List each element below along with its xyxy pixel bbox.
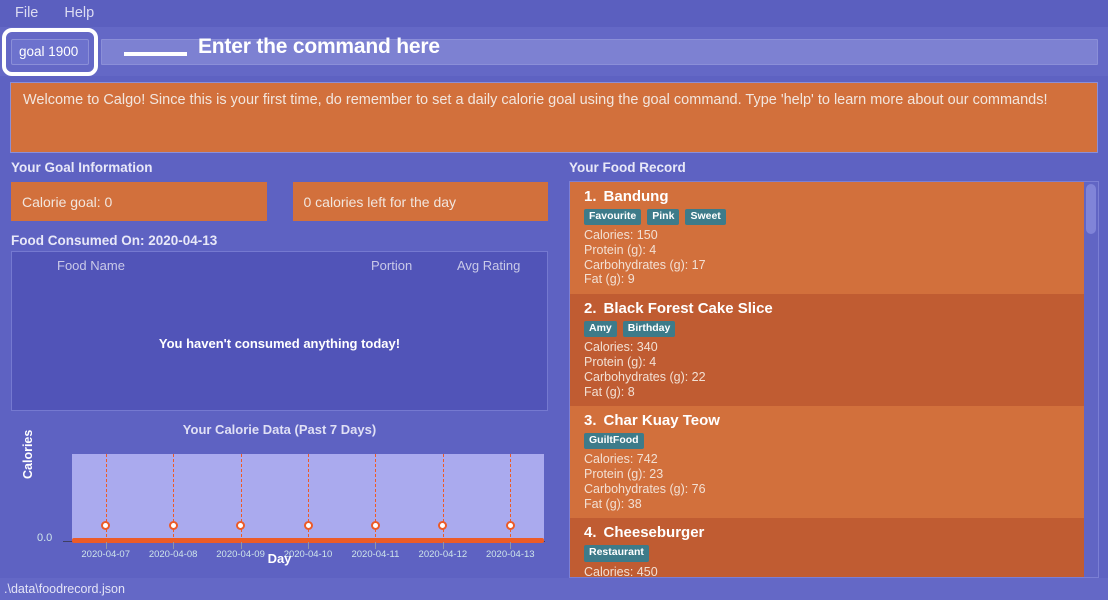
table-header-row: Food Name Portion Avg Rating (12, 252, 547, 278)
food-card-index: 3. (584, 412, 597, 430)
food-card-tag-row: GuiltFood (584, 433, 1085, 450)
table-empty-message: You haven't consumed anything today! (158, 335, 401, 351)
food-card-title: 1. Bandung (584, 188, 1085, 205)
food-record-list[interactable]: 1. Bandung Favourite Pink Sweet Calories: 150… (569, 181, 1099, 578)
chart-x-tick-mark (173, 542, 175, 549)
food-card-fat: Fat (g): 8 (584, 384, 635, 399)
chart-data-point (236, 521, 246, 530)
food-tag: Birthday (622, 321, 676, 338)
app-window: File Help Enter the command here Welcome… (0, 0, 1108, 600)
food-card-protein: Protein (g): 4 (584, 355, 657, 369)
food-tag: Sweet (685, 209, 726, 226)
food-card-calories: Calories: 742 (584, 452, 658, 467)
food-card-name: Char Kuay Teow (603, 412, 720, 430)
food-card-carbohydrates: Carbohydrates (g): 22 (584, 369, 706, 384)
food-card-title: 4. Cheeseburger (584, 524, 1085, 541)
chart-y-axis-label: Calories (21, 429, 35, 479)
food-record-title: Your Food Record (569, 160, 686, 175)
food-card-name: Cheeseburger (603, 524, 705, 542)
food-record-panel: Your Food Record 1. Bandung Favourite Pink S… (560, 158, 1108, 578)
chart-plot-region: Calories 0.0 2020-04-07 2020-04-08 2020-04… (11, 430, 548, 567)
column-header-food-name: Food Name (57, 257, 125, 273)
food-card-protein: Protein (g): 23 (584, 467, 664, 482)
calorie-goal-box: Calorie goal: 0 (11, 182, 267, 221)
menu-bar: File Help (0, 0, 1108, 27)
goal-panel-title: Your Goal Information (11, 160, 153, 175)
calorie-chart: Your Calorie Data (Past 7 Days) Calories… (11, 419, 548, 571)
food-card-calories: Calories: 340 (584, 340, 658, 355)
chart-data-point (168, 521, 178, 530)
food-consumed-label: Food Consumed On: 2020-04-13 (11, 233, 218, 248)
food-card-tag-row: Favourite Pink Sweet (584, 209, 1085, 226)
food-card-calories: Calories: 450 (584, 564, 658, 578)
chart-data-point (303, 521, 313, 530)
command-bar: Enter the command here (0, 27, 1108, 76)
food-card-title: 2. Black Forest Cake Slice (584, 300, 1085, 317)
command-input[interactable] (11, 38, 89, 65)
food-tag: Amy (584, 321, 617, 338)
food-tag: Restaurant (584, 545, 649, 562)
scrollbar-thumb[interactable] (1086, 184, 1096, 234)
menu-item-help[interactable]: Help (62, 3, 96, 24)
command-input-wrapper (2, 27, 98, 76)
food-card-index: 4. (584, 524, 597, 542)
chart-x-tick-mark (240, 542, 242, 549)
food-card-protein: Protein (g): 4 (584, 242, 657, 257)
calorie-goal-text: Calorie goal: 0 (22, 193, 113, 210)
welcome-banner-text: Welcome to Calgo! Since this is your fir… (23, 92, 1048, 108)
food-tag: GuiltFood (584, 433, 644, 450)
food-card-fat: Fat (g): 38 (584, 496, 642, 511)
chart-x-tick-mark (510, 542, 512, 549)
chart-x-tick-mark (442, 542, 444, 549)
food-record-scrollbar[interactable] (1084, 182, 1098, 577)
food-card-index: 1. (584, 188, 597, 205)
chart-y-tick-0: 0.0 (37, 532, 53, 544)
food-card-tag-row: Restaurant (584, 545, 1085, 562)
food-record-card[interactable]: 2. Black Forest Cake Slice Amy Birthday Calo… (570, 294, 1085, 407)
calories-left-text: 0 calories left for the day (303, 193, 457, 210)
food-card-fat: Fat (g): 9 (584, 272, 635, 287)
food-record-card[interactable]: 4.CheeseburgerRestaurantCalories: 450Pro… (570, 518, 1085, 578)
menu-item-file[interactable]: File (13, 3, 40, 24)
chart-data-point (370, 521, 380, 530)
goal-boxes: Calorie goal: 0 0 calories left for the … (11, 182, 548, 221)
food-card-index: 2. (584, 300, 597, 318)
chart-data-point (505, 521, 515, 530)
status-bar: .\data\foodrecord.json (0, 578, 1108, 600)
goal-panel: Your Goal Information Calorie goal: 0 0 … (0, 158, 557, 578)
food-record-items: 1. Bandung Favourite Pink Sweet Calories: 150… (570, 182, 1085, 578)
command-bar-filler: Enter the command here (101, 35, 1098, 65)
chart-x-axis-label: Day (267, 551, 292, 566)
column-header-avg-rating: Avg Rating (457, 257, 521, 273)
food-card-tag-row: Amy Birthday (584, 321, 1085, 338)
food-record-card[interactable]: 1. Bandung Favourite Pink Sweet Calories: 150… (570, 182, 1085, 295)
food-card-calories: Calories: 150 (584, 228, 658, 243)
food-tag: Pink (647, 209, 680, 226)
food-card-carbohydrates: Carbohydrates (g): 17 (584, 257, 706, 272)
annotation-label: Enter the command here (198, 34, 440, 58)
food-record-card[interactable]: 3. Char Kuay Teow GuiltFood Calories: 742 Pr… (570, 406, 1085, 519)
food-card-name: Black Forest Cake Slice (603, 300, 773, 318)
food-card-carbohydrates: Carbohydrates (g): 76 (584, 481, 706, 496)
calories-left-box: 0 calories left for the day (292, 182, 548, 221)
chart-x-tick-mark (308, 542, 309, 549)
consumed-food-table: Food Name Portion Avg Rating You haven't… (11, 251, 548, 411)
food-tag: Favourite (584, 209, 642, 226)
welcome-banner: Welcome to Calgo! Since this is your fir… (10, 82, 1098, 153)
chart-title: Your Calorie Data (Past 7 Days) (182, 422, 377, 437)
chart-x-tick-mark (375, 542, 377, 549)
food-card-title: 3. Char Kuay Teow (584, 412, 1085, 429)
status-bar-path: .\data\foodrecord.json (4, 582, 125, 596)
chart-x-tick-mark (105, 542, 107, 549)
column-header-portion: Portion (371, 257, 413, 273)
annotation-line (124, 51, 187, 56)
food-card-name: Bandung (603, 188, 669, 205)
